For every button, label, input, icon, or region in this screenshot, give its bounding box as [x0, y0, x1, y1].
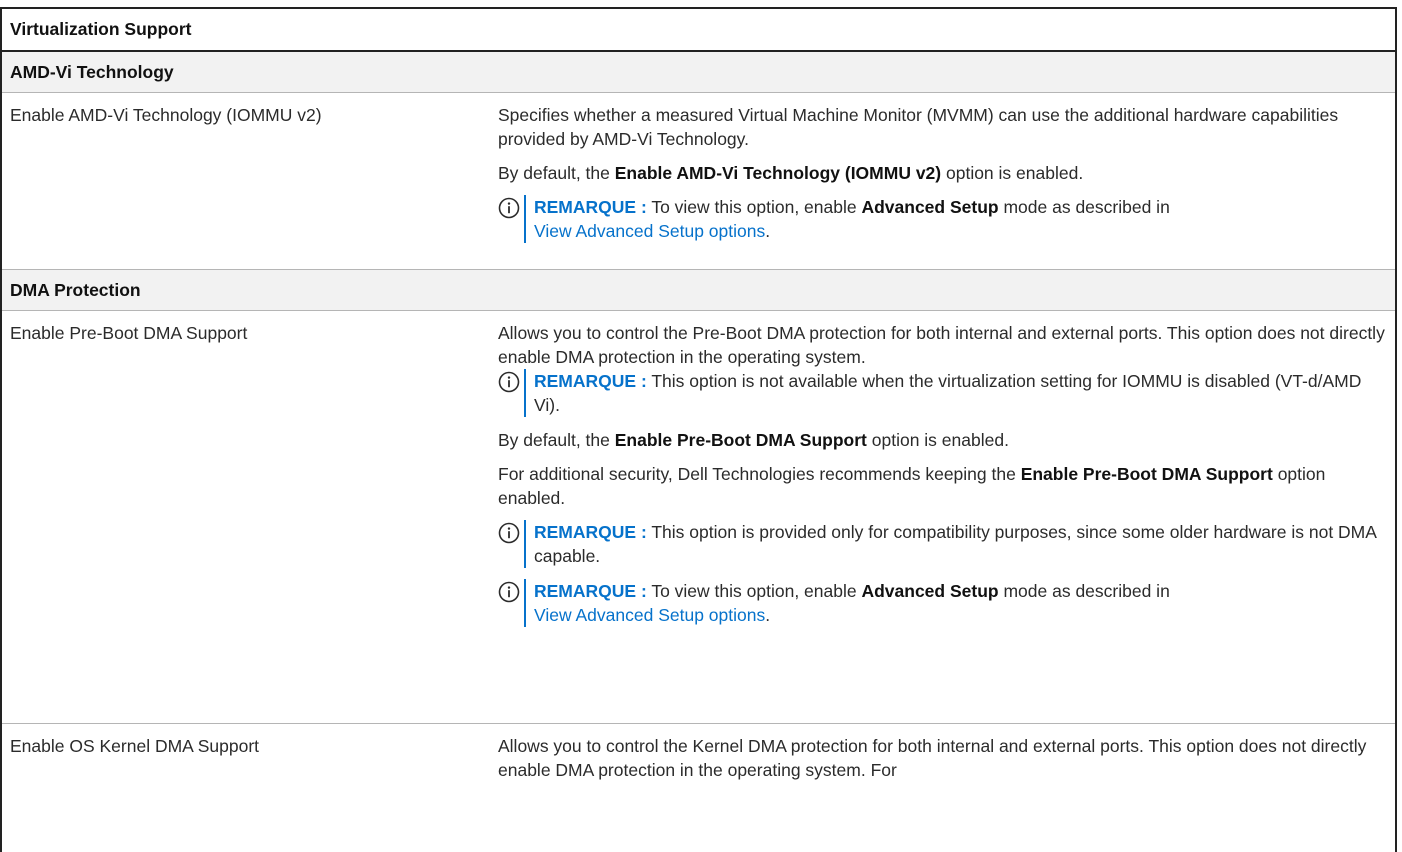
table-title: Virtualization Support: [2, 9, 1395, 52]
view-advanced-setup-link[interactable]: View Advanced Setup options: [534, 605, 765, 625]
view-advanced-setup-link[interactable]: View Advanced Setup options: [534, 221, 765, 241]
info-circle-icon: [498, 522, 520, 544]
description-text: Allows you to control the Kernel DMA pro…: [498, 736, 1367, 780]
setting-description: Specifies whether a measured Virtual Mac…: [498, 93, 1395, 269]
note-label: REMARQUE :: [534, 581, 647, 601]
setting-description: Allows you to control the Kernel DMA pro…: [498, 724, 1395, 814]
section-heading-text: DMA Protection: [10, 279, 141, 300]
info-circle-icon: [498, 581, 520, 603]
setting-name: Enable OS Kernel DMA Support: [10, 736, 260, 756]
note-body: REMARQUE : To view this option, enable A…: [524, 195, 1170, 243]
section-heading-amd-vi: AMD-Vi Technology: [2, 52, 1395, 93]
setting-row-os-kernel-dma: Enable OS Kernel DMA Support Allows you …: [2, 724, 1395, 814]
note-box: REMARQUE : To view this option, enable A…: [498, 579, 1387, 627]
setting-description: Allows you to control the Pre-Boot DMA p…: [498, 311, 1395, 723]
default-text: By default, the Enable Pre-Boot DMA Supp…: [498, 430, 1009, 450]
note-body: REMARQUE : This option is provided only …: [524, 520, 1387, 568]
setting-name: Enable AMD-Vi Technology (IOMMU v2): [10, 105, 322, 125]
note-label: REMARQUE :: [534, 371, 647, 391]
note-box: REMARQUE : To view this option, enable A…: [498, 195, 1387, 243]
note-label: REMARQUE :: [534, 197, 647, 217]
info-circle-icon: [498, 197, 520, 219]
section-heading-text: AMD-Vi Technology: [10, 61, 174, 82]
table-title-text: Virtualization Support: [10, 19, 192, 39]
setting-name: Enable Pre-Boot DMA Support: [10, 323, 248, 343]
virtualization-support-table: Virtualization Support AMD-Vi Technology…: [0, 7, 1397, 852]
note-box: REMARQUE : This option is not available …: [498, 369, 1387, 417]
info-circle-icon: [498, 371, 520, 393]
description-text: Specifies whether a measured Virtual Mac…: [498, 105, 1339, 149]
setting-row-amd-vi: Enable AMD-Vi Technology (IOMMU v2) Spec…: [2, 93, 1395, 270]
note-body: REMARQUE : To view this option, enable A…: [524, 579, 1170, 627]
note-body: REMARQUE : This option is not available …: [524, 369, 1387, 417]
section-heading-dma-protection: DMA Protection: [2, 270, 1395, 311]
note-label: REMARQUE :: [534, 522, 647, 542]
description-text: Allows you to control the Pre-Boot DMA p…: [498, 323, 1385, 367]
setting-row-pre-boot-dma: Enable Pre-Boot DMA Support Allows you t…: [2, 311, 1395, 724]
security-recommendation-text: For additional security, Dell Technologi…: [498, 464, 1326, 508]
note-box: REMARQUE : This option is provided only …: [498, 520, 1387, 568]
default-text: By default, the Enable AMD-Vi Technology…: [498, 163, 1084, 183]
